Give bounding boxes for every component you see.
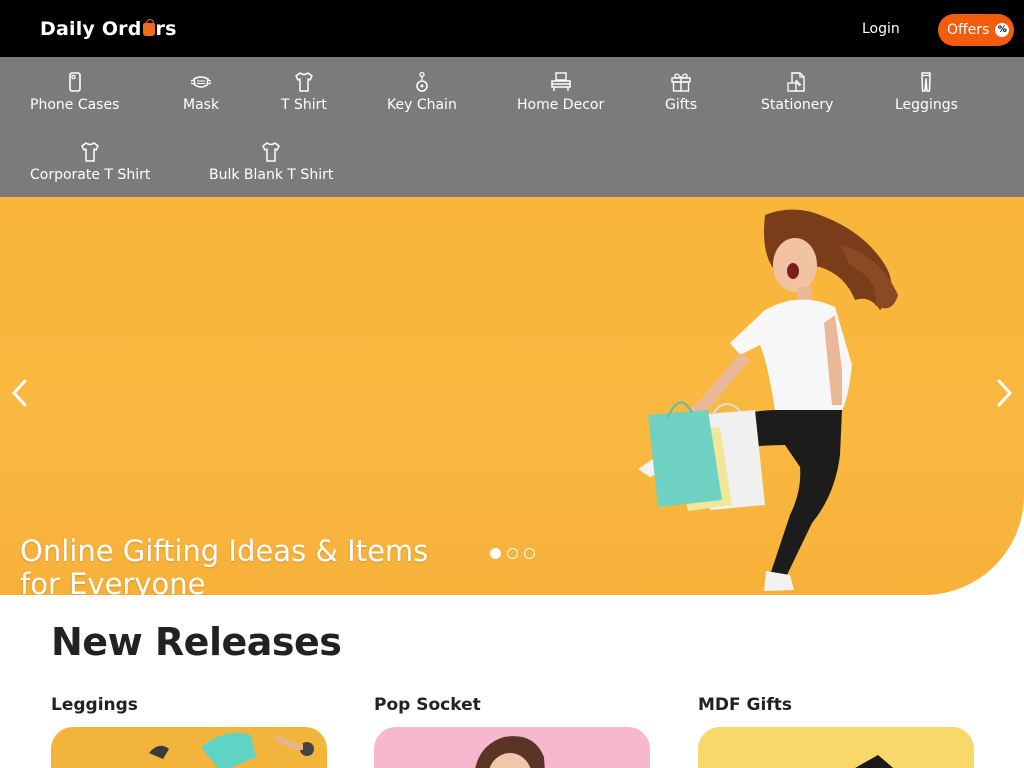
card-title-pop-socket[interactable]: Pop Socket — [374, 695, 481, 715]
leggings-product-image — [149, 732, 314, 768]
keychain-icon — [416, 71, 428, 92]
category-gifts[interactable]: Gifts — [665, 71, 697, 113]
chevron-left-icon — [12, 379, 27, 407]
logo-text-end: rs — [155, 18, 177, 40]
hero-title: Online Gifting Ideas & Items for Everyon… — [20, 534, 429, 596]
card-title-leggings[interactable]: Leggings — [51, 695, 138, 715]
card-image-pop-socket[interactable] — [374, 727, 650, 768]
category-phone-cases[interactable]: Phone Cases — [30, 71, 119, 113]
hero-woman-shopping-image — [638, 209, 898, 591]
category-key-chain[interactable]: Key Chain — [387, 71, 457, 113]
shopping-bag-icon — [142, 18, 155, 36]
home-decor-icon — [550, 72, 571, 91]
carousel-dot-2[interactable] — [507, 548, 518, 559]
leggings-icon — [921, 72, 932, 92]
phone-case-icon — [68, 72, 81, 92]
category-t-shirt[interactable]: T Shirt — [281, 71, 327, 113]
top-header: Daily Ord rs Login Offers % — [0, 0, 1024, 57]
category-corporate-t-shirt[interactable]: Corporate T Shirt — [30, 141, 150, 183]
category-label: Gifts — [665, 97, 698, 113]
stationery-icon — [787, 72, 805, 92]
category-home-decor[interactable]: Home Decor — [517, 71, 604, 113]
percent-icon: % — [995, 23, 1010, 37]
category-nav: Phone Cases Mask T Shirt Key Chain Home … — [0, 57, 1024, 197]
carousel-dot-3[interactable] — [524, 548, 535, 559]
card-image-leggings[interactable] — [51, 727, 327, 768]
carousel-next-button[interactable] — [992, 377, 1016, 409]
category-label: T Shirt — [281, 97, 327, 113]
category-label: Corporate T Shirt — [30, 167, 151, 183]
category-mask[interactable]: Mask — [183, 71, 219, 113]
card-title-mdf-gifts[interactable]: MDF Gifts — [698, 695, 792, 715]
chevron-right-icon — [997, 379, 1012, 407]
gift-icon — [671, 73, 691, 92]
offers-button[interactable]: Offers % — [938, 14, 1014, 46]
category-label: Key Chain — [387, 97, 457, 113]
pop-socket-product-image — [475, 736, 545, 768]
new-releases-title: New Releases — [51, 620, 342, 664]
carousel-prev-button[interactable] — [8, 377, 32, 409]
category-label: Mask — [183, 97, 220, 113]
mdf-gifts-product-image — [855, 755, 894, 768]
category-label: Leggings — [895, 97, 958, 113]
card-image-mdf-gifts[interactable] — [698, 727, 974, 768]
tshirt-icon — [262, 142, 280, 162]
mask-icon — [190, 76, 212, 88]
hero-carousel: Online Gifting Ideas & Items for Everyon… — [0, 197, 1024, 595]
category-label: Home Decor — [517, 97, 605, 113]
category-label: Bulk Blank T Shirt — [209, 167, 334, 183]
category-label: Stationery — [761, 97, 834, 113]
category-label: Phone Cases — [30, 97, 120, 113]
category-bulk-blank-t-shirt[interactable]: Bulk Blank T Shirt — [209, 141, 333, 183]
carousel-indicators — [490, 548, 535, 559]
tshirt-icon — [295, 72, 313, 92]
category-stationery[interactable]: Stationery — [761, 71, 833, 113]
offers-label: Offers — [947, 22, 990, 38]
tshirt-icon — [81, 142, 99, 162]
logo[interactable]: Daily Ord rs — [40, 18, 177, 40]
login-link[interactable]: Login — [862, 21, 900, 37]
logo-text-start: Daily Ord — [40, 18, 142, 40]
category-leggings[interactable]: Leggings — [895, 71, 958, 113]
carousel-dot-1[interactable] — [490, 548, 501, 559]
